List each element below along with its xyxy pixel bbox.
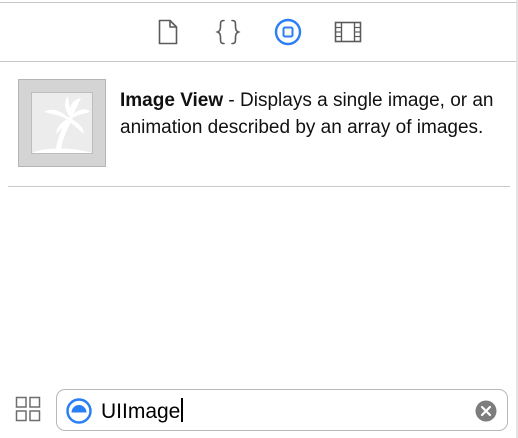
palm-tree-image-icon [31,92,93,154]
image-view-title: Image View [120,90,224,111]
tab-media-library[interactable] [334,18,362,46]
tab-code-snippets[interactable] [214,18,242,46]
clear-icon [475,400,497,422]
filter-scope-button[interactable] [66,398,92,424]
grid-view-toggle-button[interactable] [15,396,41,422]
object-library-icon [274,18,302,46]
list-item-image-view[interactable]: Image View - Displays a single image, or… [0,62,516,184]
library-selector-toolbar [0,3,516,61]
media-library-icon [334,21,362,43]
code-braces-icon [215,19,241,45]
object-library-panel: Image View - Displays a single image, or… [0,0,518,438]
object-scope-icon [66,398,92,424]
grid-view-icon [15,396,41,422]
list-item-divider [8,186,510,187]
image-view-description: Image View - Displays a single image, or… [120,87,500,141]
clear-filter-button[interactable] [475,400,497,422]
image-view-thumbnail [18,79,106,167]
library-filter-field[interactable]: UIImage [56,389,508,431]
tab-file-templates[interactable] [154,18,182,46]
tab-object-library[interactable] [274,18,302,46]
filter-input[interactable]: UIImage [101,398,183,424]
file-icon [158,19,178,45]
